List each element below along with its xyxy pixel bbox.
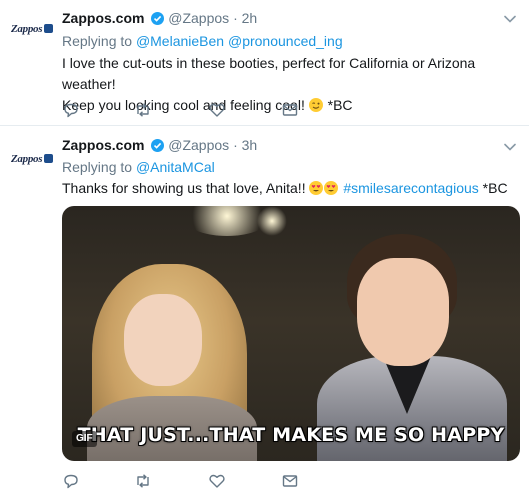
tweet-header: Zappos.com @Zappos · 2h	[62, 10, 257, 26]
mention-link[interactable]: @AnitaMCal	[136, 159, 215, 175]
chevron-down-icon[interactable]	[503, 12, 517, 26]
tweet-actions	[62, 472, 322, 490]
hashtag-link[interactable]: #smilesarecontagious	[343, 180, 478, 196]
separator-dot: ·	[233, 10, 238, 26]
girl-face	[124, 294, 202, 386]
replying-prefix: Replying to	[62, 159, 133, 175]
replying-to: Replying to @AnitaMCal	[62, 159, 215, 175]
author-handle[interactable]: @Zappos	[168, 10, 229, 26]
verified-badge-icon	[151, 12, 165, 25]
signoff: *BC	[482, 180, 508, 196]
tweet-text-line: I love the cut-outs in these booties, pe…	[62, 55, 476, 92]
tweet-header: Zappos.com @Zappos · 3h	[62, 137, 257, 153]
gif-media[interactable]: THAT JUST...THAT MAKES ME SO HAPPY GIF	[62, 206, 520, 461]
mention-link[interactable]: @MelanieBen	[136, 33, 224, 49]
gif-badge: GIF	[72, 431, 97, 447]
reply-icon[interactable]	[62, 101, 80, 119]
heart-eyes-face-icon	[309, 181, 324, 195]
envelope-icon[interactable]	[281, 472, 299, 490]
chevron-down-icon[interactable]	[503, 140, 517, 154]
tweet-text-segment: Thanks for showing us that love, Anita!!	[62, 180, 306, 196]
reply-icon[interactable]	[62, 472, 80, 490]
tweet-text: Thanks for showing us that love, Anita!!…	[62, 178, 517, 199]
background-light	[257, 206, 287, 236]
retweet-icon[interactable]	[134, 101, 152, 119]
replying-to: Replying to @MelanieBen @pronounced_ing	[62, 33, 343, 49]
tweet[interactable]: Zappos Zappos.com @Zappos · 2h Replying …	[0, 0, 529, 126]
verified-badge-icon	[151, 139, 165, 152]
retweet-icon[interactable]	[134, 472, 152, 490]
author-name[interactable]: Zappos.com	[62, 10, 144, 26]
avatar-logo-text: Zappos	[11, 153, 43, 165]
signoff: *BC	[327, 97, 353, 113]
author-name[interactable]: Zappos.com	[62, 137, 144, 153]
brand-mark-icon	[44, 154, 53, 163]
tweet-time[interactable]: 3h	[242, 137, 258, 153]
replying-prefix: Replying to	[62, 33, 133, 49]
tweet[interactable]: Zappos Zappos.com @Zappos · 3h Replying …	[0, 126, 529, 498]
author-handle[interactable]: @Zappos	[168, 137, 229, 153]
heart-eyes-face-icon	[324, 181, 339, 195]
avatar-logo-text: Zappos	[11, 23, 43, 35]
brand-mark-icon	[44, 24, 53, 33]
tweet-time[interactable]: 2h	[242, 10, 258, 26]
boy-face	[357, 258, 449, 366]
heart-icon[interactable]	[208, 101, 226, 119]
heart-icon[interactable]	[208, 472, 226, 490]
mention-link[interactable]: @pronounced_ing	[228, 33, 343, 49]
separator-dot: ·	[233, 137, 238, 153]
gif-caption: THAT JUST...THAT MAKES ME SO HAPPY	[77, 424, 505, 446]
tweet-actions	[62, 101, 322, 119]
avatar[interactable]: Zappos	[11, 153, 59, 175]
avatar[interactable]: Zappos	[11, 23, 59, 45]
envelope-icon[interactable]	[281, 101, 299, 119]
